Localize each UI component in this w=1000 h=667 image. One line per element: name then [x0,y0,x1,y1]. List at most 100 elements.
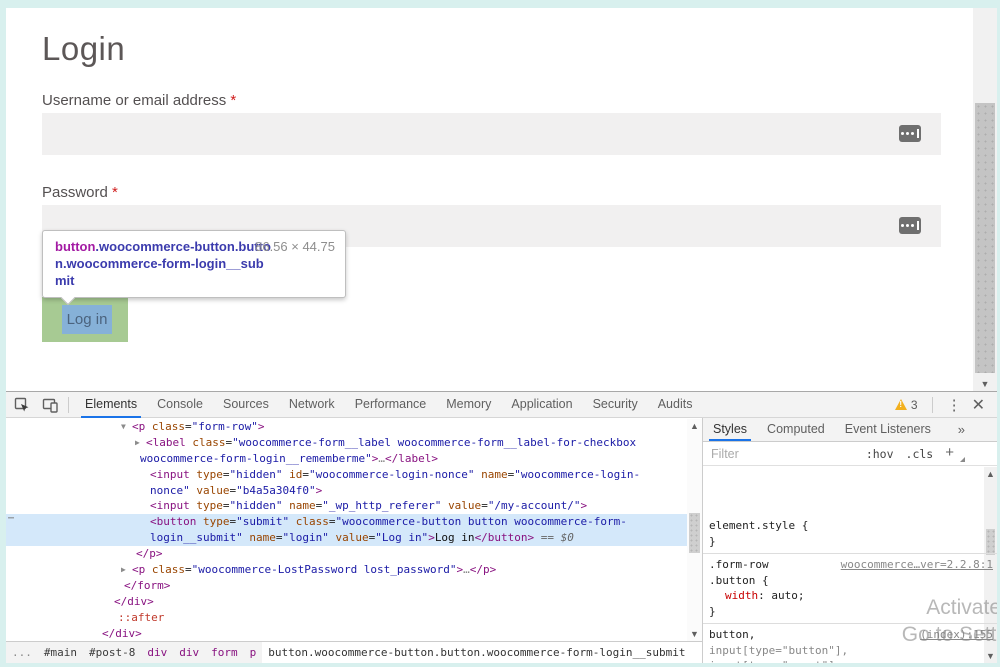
new-style-rule-icon[interactable]: + [945,444,954,461]
css-selector-line[interactable]: } [703,534,997,550]
sidebar-tab-computed[interactable]: Computed [757,418,835,441]
login-button-label: Log in [67,311,108,328]
dom-node-selected[interactable]: ⋯<button type="submit" class="woocommerc… [6,514,687,530]
devtools-tab-security[interactable]: Security [583,392,648,418]
breadcrumb-div[interactable]: div [173,642,205,663]
inspect-tooltip-selector: button.woocommerce-button.button.woocomm… [55,238,273,289]
dom-node[interactable]: </div> [6,626,687,641]
inspect-tooltip-dimensions: 86.56 × 44.75 [255,239,335,254]
scroll-up-icon[interactable]: ▲ [984,469,997,479]
toolbar-separator [932,397,933,413]
devtools-tabs: ElementsConsoleSourcesNetworkPerformance… [75,392,702,418]
elements-scrollbar[interactable]: ▲ ▼ [687,419,702,641]
scroll-down-icon[interactable]: ▼ [973,379,997,389]
username-input[interactable] [42,113,941,155]
scroll-up-icon[interactable]: ▲ [687,421,702,431]
css-selector-line[interactable]: input[type="button"], [703,643,997,659]
breadcrumb-form[interactable]: form [205,642,244,663]
css-selector-line[interactable]: input[type="reset"], [703,658,997,663]
webpage-login: Login Username or email address * Passwo… [6,8,997,391]
css-selector-line[interactable]: element.style { [703,518,997,534]
dom-node[interactable]: </div> [6,594,687,610]
styles-rules[interactable]: element.style {}woocommerce…ver=2.2.8:1.… [703,515,997,663]
inspect-content-box: Log in [62,305,112,334]
css-selector-line[interactable]: woocommerce…ver=2.2.8:1.form-row [703,557,997,573]
dom-node[interactable]: <input type="hidden" id="woocommerce-log… [6,467,687,483]
required-asterisk: * [112,184,118,201]
sidebar-tab-styles[interactable]: Styles [703,418,757,441]
devtools-tab-sources[interactable]: Sources [213,392,279,418]
breadcrumb-p[interactable]: p [244,642,263,663]
page-scrollbar[interactable]: ▼ [973,8,997,391]
breadcrumb-#main[interactable]: #main [38,642,83,663]
dom-node[interactable]: woocommerce-form-login__rememberme">…</l… [6,451,687,467]
selected-node-gutter-icon: ⋯ [8,511,15,527]
dom-node[interactable]: ::after [6,610,687,626]
dom-node[interactable]: ▶<label class="woocommerce-form__label w… [6,435,687,451]
console-warnings-badge[interactable]: 3 [895,398,918,412]
breadcrumb-#post8[interactable]: #post-8 [83,642,141,663]
inspect-tooltip: button.woocommerce-button.button.woocomm… [42,230,346,298]
new-rule-dropdown-icon[interactable] [960,457,965,462]
styles-filter-input[interactable] [711,447,854,461]
scroll-down-icon[interactable]: ▼ [687,629,702,639]
css-selector-line[interactable]: .button { [703,573,997,589]
devtools-tab-audits[interactable]: Audits [648,392,703,418]
toggle-hover-state[interactable]: :hov [866,447,894,461]
devtools-close-icon[interactable]: ✕ [970,395,987,415]
css-selector-line[interactable]: (index):155button, [703,627,997,643]
warning-icon [895,399,907,410]
required-asterisk: * [230,92,236,109]
sidebar-tab-event-listeners[interactable]: Event Listeners [835,418,941,441]
dom-node[interactable]: <input type="hidden" name="_wp_http_refe… [6,498,687,514]
toolbar-separator [68,397,69,413]
breadcrumb-selected[interactable]: button.woocommerce-button.button.woocomm… [262,642,702,663]
devtools-tab-network[interactable]: Network [279,392,345,418]
dom-node[interactable]: </form> [6,578,687,594]
devtools-tab-performance[interactable]: Performance [345,392,437,418]
expand-arrow-icon[interactable]: ▶ [121,562,126,578]
toggle-element-classes[interactable]: .cls [906,447,934,461]
css-property[interactable]: width: auto; [703,588,997,604]
page-title: Login [42,30,125,68]
css-rule[interactable]: (index):155button,input[type="button"],i… [703,624,997,663]
autofill-extension-icon[interactable] [899,125,921,142]
breadcrumb-div[interactable]: div [141,642,173,663]
browser-viewport: Login Username or email address * Passwo… [6,8,997,663]
inspect-element-icon[interactable] [10,394,34,416]
devtools-panel: ElementsConsoleSourcesNetworkPerformance… [6,391,997,663]
expand-arrow-icon[interactable]: ▶ [135,435,140,451]
devtools-tab-memory[interactable]: Memory [436,392,501,418]
device-toolbar-icon[interactable] [38,394,62,416]
username-label: Username or email address * [42,92,236,109]
stylesheet-source-link[interactable]: woocommerce…ver=2.2.8:1 [841,557,993,573]
page-scrollbar-thumb[interactable] [975,103,995,373]
devtools-tab-elements[interactable]: Elements [75,392,147,418]
styles-filter-row: :hov .cls + [703,442,997,466]
dom-breadcrumbs: ...#main#post-8divdivformpbutton.woocomm… [6,641,702,663]
collapse-arrow-icon[interactable]: ▼ [121,419,126,435]
dom-node[interactable]: ▶<p class="woocommerce-LostPassword lost… [6,562,687,578]
password-label: Password * [42,184,118,201]
devtools-menu-icon[interactable]: ⋮ [947,396,962,414]
css-rule[interactable]: element.style {} [703,515,997,554]
login-button-highlighted[interactable]: Log in [42,297,128,342]
dom-node-selected[interactable]: login__submit" name="login" value="Log i… [6,530,687,546]
stylesheet-source-link[interactable]: (index):155 [920,627,993,643]
elements-scrollbar-thumb[interactable] [689,513,700,553]
dom-node[interactable]: nonce" value="b4a5a304f0"> [6,483,687,499]
dom-node[interactable]: ▼<p class="form-row"> [6,419,687,435]
autofill-extension-icon[interactable] [899,217,921,234]
devtools-tab-application[interactable]: Application [501,392,582,418]
devtools-tab-console[interactable]: Console [147,392,213,418]
sidebar-tabs: StylesComputedEvent Listeners » [703,418,997,442]
breadcrumb-more[interactable]: ... [6,642,38,663]
styles-sidebar: Activate Go to Setti StylesComputedEvent… [703,418,997,663]
css-rule[interactable]: woocommerce…ver=2.2.8:1.form-row.button … [703,554,997,624]
more-tabs-icon[interactable]: » [958,422,965,437]
css-selector-line[interactable]: } [703,604,997,620]
devtools-toolbar: ElementsConsoleSourcesNetworkPerformance… [6,392,997,418]
elements-panel: ▼<p class="form-row">▶<label class="wooc… [6,418,703,663]
dom-node[interactable]: </p> [6,546,687,562]
dom-tree[interactable]: ▼<p class="form-row">▶<label class="wooc… [6,419,687,641]
